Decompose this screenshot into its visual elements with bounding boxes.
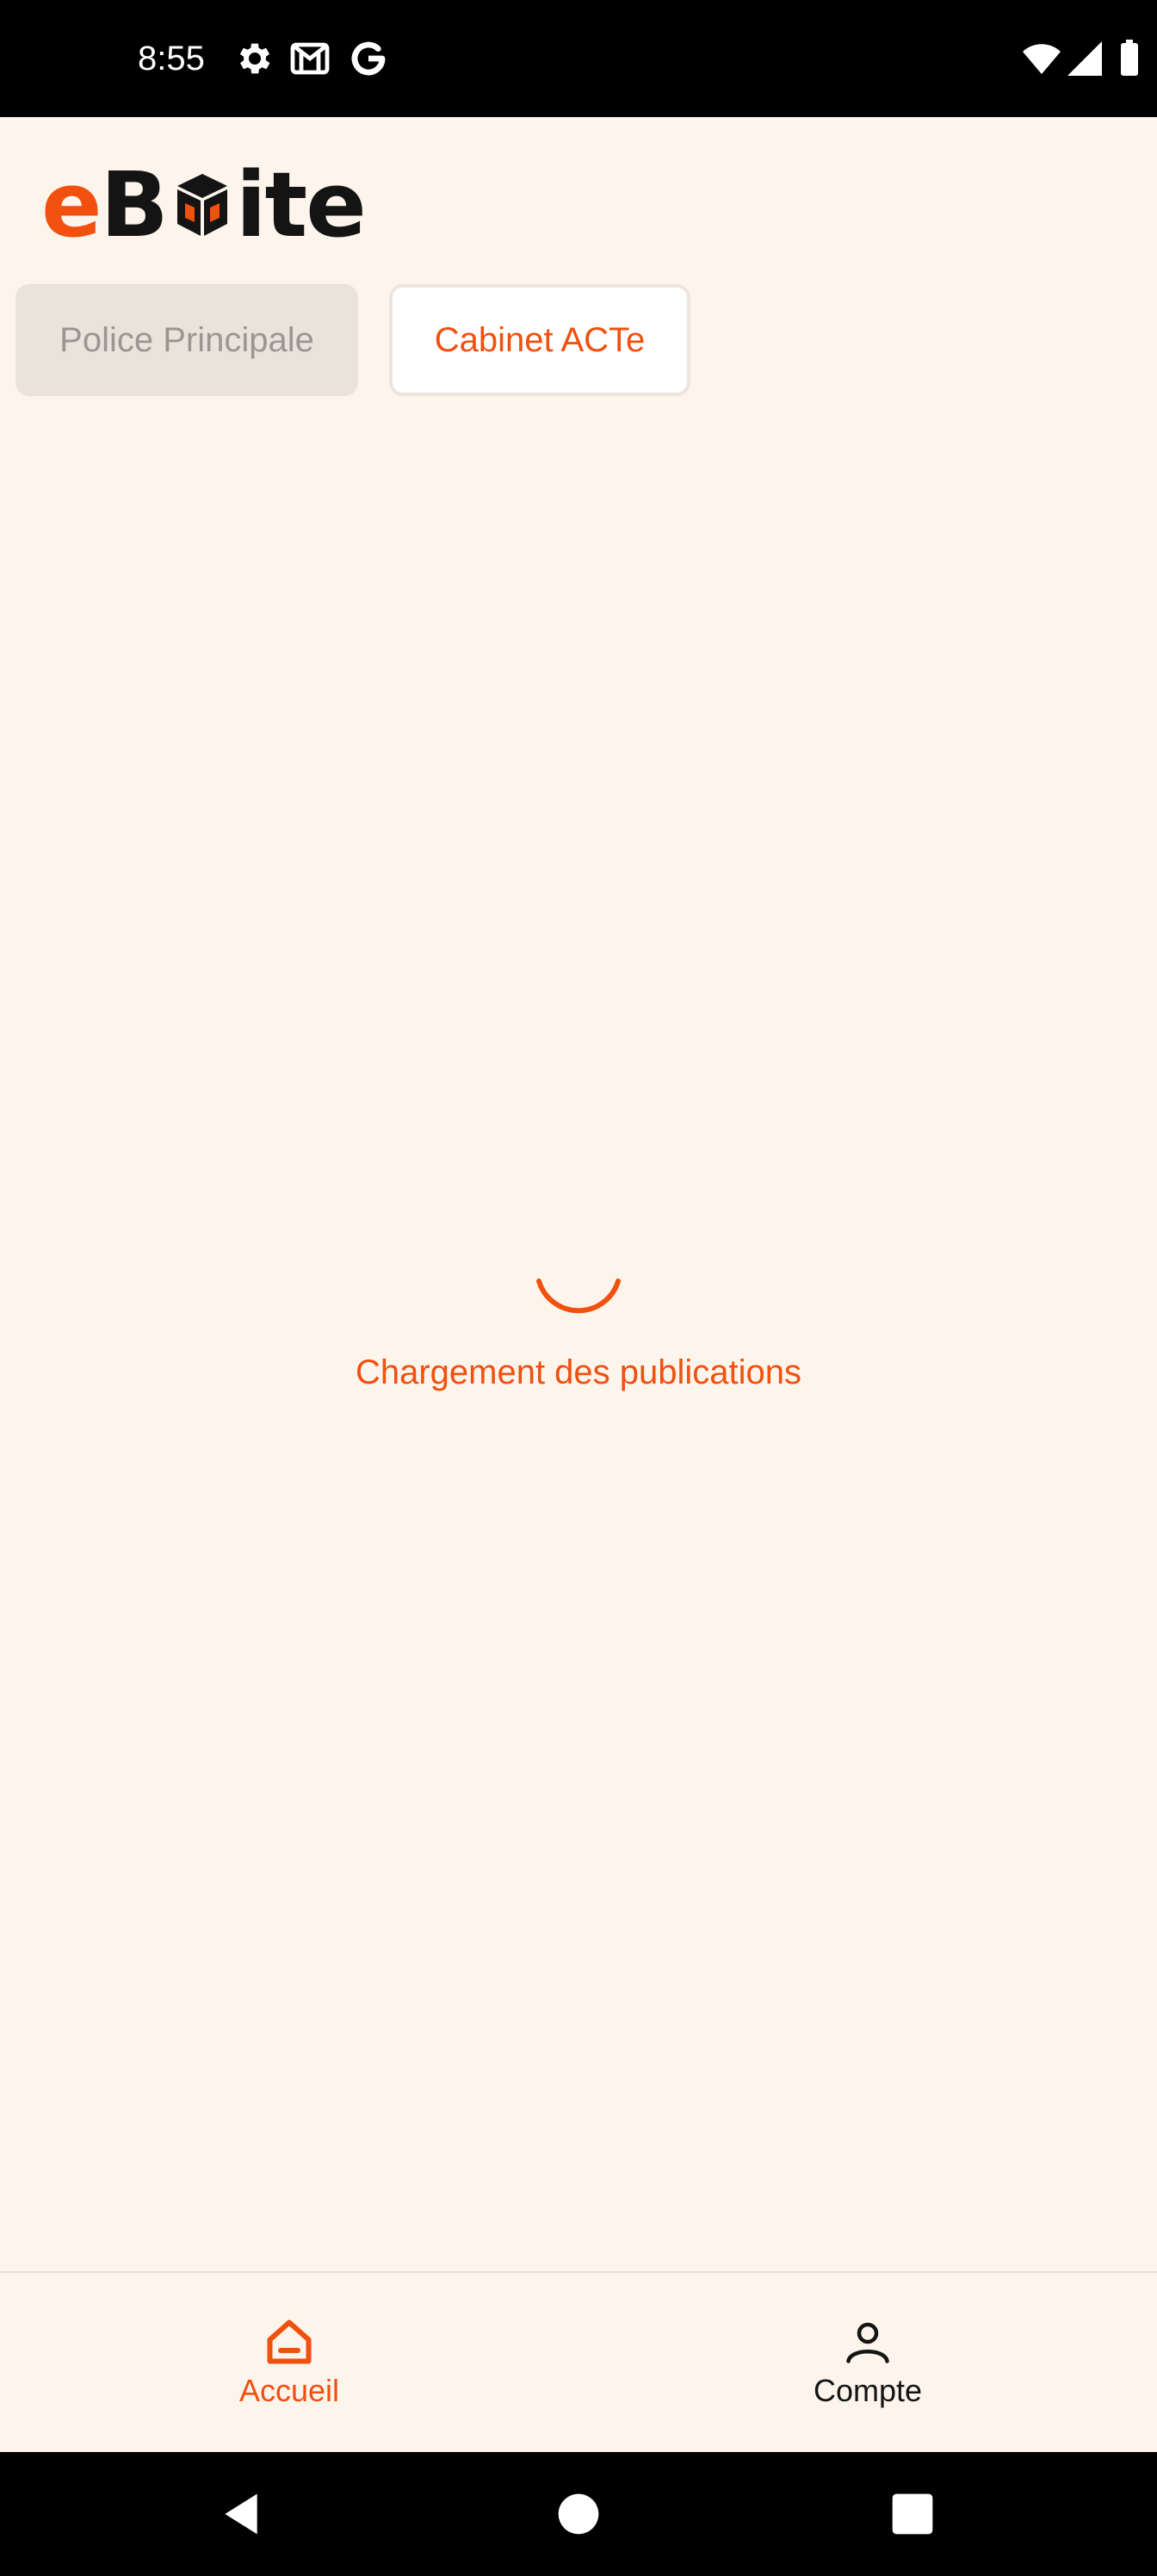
spinner-icon bbox=[536, 1279, 621, 1314]
cell-signal-icon bbox=[1064, 38, 1105, 79]
status-bar: 8:55 bbox=[0, 0, 1157, 117]
tab-cabinet-acte[interactable]: Cabinet ACTe bbox=[389, 284, 690, 396]
system-nav-bar bbox=[0, 2452, 1157, 2576]
settings-gear-icon bbox=[234, 38, 275, 79]
app-header: eB ite bbox=[0, 117, 1157, 281]
recents-square-icon[interactable] bbox=[888, 2490, 937, 2538]
back-icon[interactable] bbox=[217, 2490, 265, 2538]
home-circle-icon[interactable] bbox=[554, 2490, 603, 2538]
google-g-icon bbox=[348, 38, 389, 79]
battery-icon bbox=[1109, 38, 1150, 79]
eboite-logo: eB ite bbox=[41, 152, 367, 257]
nav-item-compte[interactable]: Compte bbox=[739, 2316, 997, 2409]
home-icon bbox=[267, 2319, 312, 2364]
nav-label-accueil: Accueil bbox=[238, 2373, 340, 2408]
user-icon bbox=[846, 2322, 889, 2363]
status-time: 8:55 bbox=[138, 40, 205, 77]
bottom-nav: Accueil Compte bbox=[0, 2271, 1157, 2452]
box-logo-icon bbox=[176, 174, 227, 236]
organization-tabs: Police Principale Cabinet ACTe bbox=[15, 284, 690, 396]
loading-message: Chargement des publications bbox=[355, 1353, 802, 1391]
gmail-icon bbox=[289, 38, 331, 79]
nav-item-accueil[interactable]: Accueil bbox=[160, 2316, 418, 2409]
loading-indicator: Chargement des publications bbox=[0, 1245, 1157, 1392]
wifi-icon bbox=[1021, 38, 1062, 79]
nav-label-compte: Compte bbox=[813, 2373, 923, 2408]
tab-police-principale[interactable]: Police Principale bbox=[15, 284, 358, 396]
